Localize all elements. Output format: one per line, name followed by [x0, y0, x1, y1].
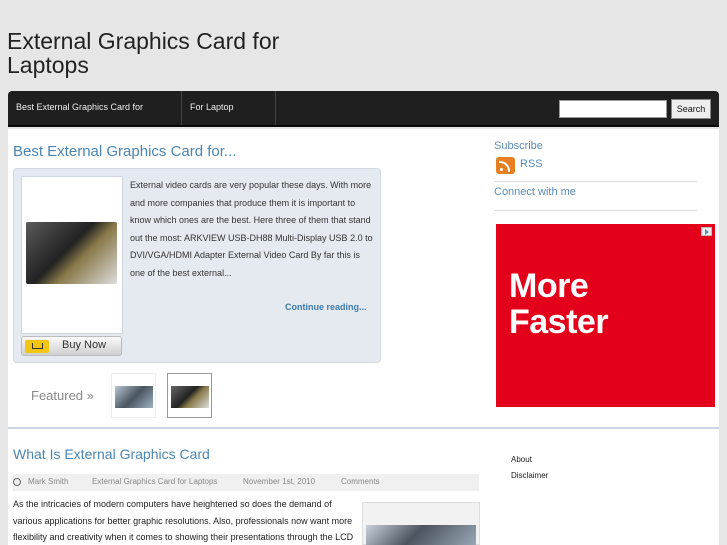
post-image [366, 525, 476, 545]
post-comments-link[interactable]: Comments [341, 477, 380, 486]
continue-reading-link[interactable]: Continue reading... [285, 302, 367, 312]
buy-now-button[interactable]: Buy Now [21, 336, 122, 356]
post-meta: Mark Smith External Graphics Card for La… [13, 474, 479, 491]
main-nav: Best External Graphics Card for Laptops … [8, 91, 719, 144]
post-title[interactable]: Best External Graphics Card for... [13, 143, 236, 160]
search-input[interactable] [559, 100, 667, 118]
site-title[interactable]: External Graphics Card for Laptops [7, 29, 327, 77]
divider [494, 210, 697, 211]
connect-heading: Connect with me [494, 186, 576, 198]
advertisement-banner[interactable]: More Faster [496, 224, 715, 407]
featured-thumbnail[interactable] [111, 373, 156, 418]
nav-item-for-laptop-gaming[interactable]: For Laptop Gaming [182, 91, 276, 144]
ad-choices-icon[interactable] [701, 227, 712, 236]
nav-item-best-external-graphics-card[interactable]: Best External Graphics Card for Laptops [8, 91, 182, 144]
ad-headline: More Faster [509, 267, 609, 341]
featured-image [171, 386, 209, 408]
rss-icon[interactable] [496, 157, 515, 174]
divider [494, 181, 697, 182]
cart-icon [25, 340, 49, 353]
featured-image [115, 386, 153, 408]
rss-link[interactable]: RSS [520, 158, 543, 170]
search-button[interactable]: Search [671, 99, 711, 119]
post-excerpt: External video cards are very popular th… [130, 180, 373, 278]
post-category[interactable]: External Graphics Card for Laptops [92, 477, 217, 486]
post-author[interactable]: Mark Smith [28, 477, 68, 486]
section-divider [8, 427, 719, 429]
author-icon [13, 478, 21, 486]
featured-thumbnail-active[interactable] [167, 373, 212, 418]
post-body: As the intricacies of modern computers h… [13, 499, 354, 542]
post-title[interactable]: What Is External Graphics Card [13, 446, 210, 462]
buy-now-label: Buy Now [62, 339, 107, 351]
post-thumbnail[interactable] [362, 502, 480, 545]
product-image[interactable] [26, 222, 117, 284]
sidebar-link-about[interactable]: About [511, 455, 532, 464]
sidebar-link-disclaimer[interactable]: Disclaimer [511, 471, 548, 480]
subscribe-heading: Subscribe [494, 140, 543, 152]
featured-label: Featured » [31, 388, 94, 403]
post-date: November 1st, 2010 [243, 477, 316, 486]
